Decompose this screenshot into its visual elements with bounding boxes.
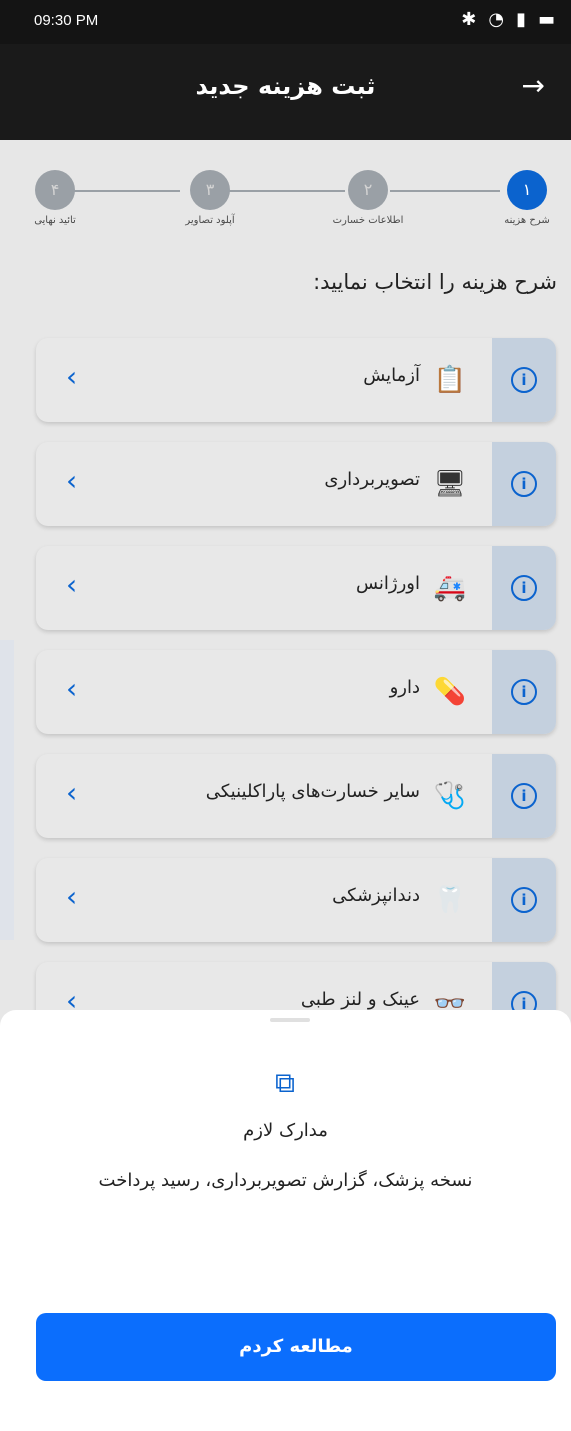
expense-item-medicine[interactable]: i 💊 دارو ‹ (36, 650, 556, 734)
step-number: ۴ (35, 170, 75, 210)
chevron-left-icon: ‹ (66, 568, 78, 601)
expense-item-paraclinical[interactable]: i 🩺 سایر خسارت‌های پاراکلینیکی ‹ (36, 754, 556, 838)
acknowledge-button[interactable]: مطالعه کردم (36, 1313, 556, 1381)
step-4: ۴ تائید نهایی (10, 150, 100, 226)
expense-item-lab[interactable]: i 📋 آزمایش ‹ (36, 338, 556, 422)
sheet-handle[interactable] (270, 1018, 310, 1022)
side-highlight (0, 640, 14, 940)
info-icon: i (511, 575, 537, 601)
hand-medical-icon: 🩺 (433, 781, 467, 811)
documents-icon: ⧉ (275, 1066, 295, 1099)
expense-item-dentistry[interactable]: i 🦷 دندانپزشکی ‹ (36, 858, 556, 942)
chevron-left-icon: ‹ (66, 776, 78, 809)
item-label: سایر خسارت‌های پاراکلینیکی (205, 781, 420, 802)
section-title: شرح هزینه را انتخاب نمایید: (313, 270, 557, 294)
step-number: ۲ (348, 170, 388, 210)
info-box[interactable]: i (492, 546, 556, 630)
bottom-sheet: ⧉ مدارک لازم نسخه پزشک، گزارش تصویربردار… (0, 1010, 571, 1431)
info-icon: i (511, 679, 537, 705)
step-2: ۲ اطلاعات خسارت (323, 150, 413, 226)
monitor-plus-icon: 🖥 (433, 469, 467, 499)
step-1: ۱ شرح هزینه (482, 150, 571, 226)
step-3: ۳ آپلود تصاویر (165, 150, 255, 226)
page-title: ثبت هزینه جدید (195, 72, 376, 100)
info-box[interactable]: i (492, 858, 556, 942)
arrow-right-icon[interactable]: → (522, 72, 545, 100)
item-label: دندانپزشکی (332, 885, 420, 906)
status-bar: 09:30 PM ✱ ◔ ▮ ▬ (0, 0, 571, 44)
stepper: ۱ شرح هزینه ۲ اطلاعات خسارت ۳ آپلود تصاو… (0, 150, 571, 230)
info-box[interactable]: i (492, 754, 556, 838)
step-label: آپلود تصاویر (185, 215, 235, 226)
status-icons: ✱ ◔ ▮ ▬ (461, 10, 555, 30)
info-box[interactable]: i (492, 650, 556, 734)
chevron-left-icon: ‹ (66, 880, 78, 913)
info-box[interactable]: i (492, 338, 556, 422)
info-box[interactable]: i (492, 442, 556, 526)
item-label: دارو (389, 677, 420, 698)
info-icon: i (511, 471, 537, 497)
step-label: تائید نهایی (34, 215, 76, 226)
item-label: اورژانس (355, 573, 420, 594)
ambulance-icon: 🚑 (433, 573, 467, 603)
chevron-left-icon: ‹ (66, 672, 78, 705)
info-icon: i (511, 887, 537, 913)
step-number: ۱ (507, 170, 547, 210)
battery-icon: ▬ (537, 9, 555, 30)
step-label: اطلاعات خسارت (332, 215, 404, 226)
tooth-icon: 🦷 (433, 885, 467, 915)
item-label: تصویربرداری (324, 469, 420, 490)
item-label: عینک و لنز طبی (300, 989, 420, 1010)
pill-icon: 💊 (433, 677, 467, 707)
expense-item-imaging[interactable]: i 🖥 تصویربرداری ‹ (36, 442, 556, 526)
signal-icon: ▮ (516, 9, 526, 30)
info-icon: i (511, 783, 537, 809)
info-icon: i (511, 367, 537, 393)
chevron-left-icon: ‹ (66, 464, 78, 497)
sheet-title: مدارک لازم (243, 1120, 328, 1141)
app-bar: ثبت هزینه جدید → (0, 44, 571, 140)
expense-item-emergency[interactable]: i 🚑 اورژانس ‹ (36, 546, 556, 630)
item-label: آزمایش (363, 365, 420, 386)
step-label: شرح هزینه (504, 215, 550, 226)
sheet-description: نسخه پزشک، گزارش تصویربرداری، رسید پرداخ… (98, 1170, 473, 1191)
clipboard-list-icon: 📋 (433, 365, 467, 395)
chevron-left-icon: ‹ (66, 360, 78, 393)
bluetooth-icon: ✱ (461, 9, 477, 30)
status-time: 09:30 PM (34, 12, 99, 29)
step-number: ۳ (190, 170, 230, 210)
wifi-icon: ◔ (488, 9, 505, 30)
